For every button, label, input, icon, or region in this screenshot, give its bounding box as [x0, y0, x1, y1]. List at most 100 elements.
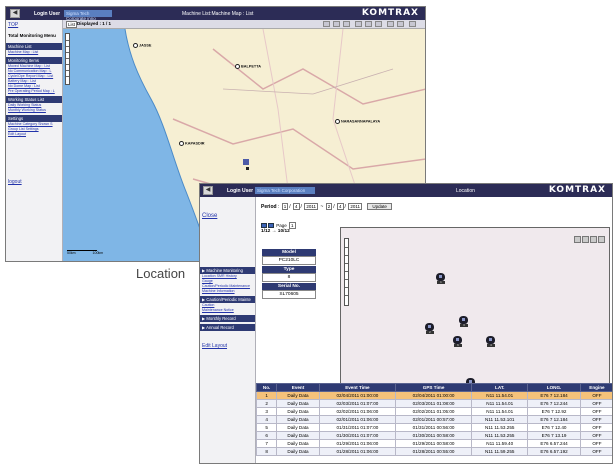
- view-select[interactable]: List: [66, 21, 78, 28]
- sidebar-section-head: Working Status List: [6, 96, 62, 103]
- sidebar: Close ▶ Machine Monitoring Location SMR H…: [200, 197, 256, 463]
- sidebar-link[interactable]: Machine Information: [200, 289, 255, 294]
- map-close-icon[interactable]: [598, 236, 605, 243]
- table-cell: E76 7 12.184: [527, 391, 581, 400]
- location-map[interactable]: 123456 0.5km Map data ©2011 Geo Technolo…: [340, 227, 610, 395]
- marker-label: 3: [460, 324, 468, 327]
- zoom-slider[interactable]: [65, 33, 70, 85]
- zoom-icon[interactable]: [323, 21, 330, 27]
- table-cell: 8: [255, 447, 278, 456]
- location-content: Period : 1/ 4/ 2011 ~ 2/ 4/ 2011 Update …: [255, 197, 612, 463]
- table-cell: 01/30/2011 00:58:00: [394, 431, 473, 440]
- page-label: Page: [276, 223, 287, 228]
- page-select[interactable]: 1: [289, 222, 296, 229]
- settings-icon[interactable]: [355, 21, 362, 27]
- logout-link[interactable]: logout: [6, 177, 62, 187]
- table-row[interactable]: 7 Daily Data 01/29/2011 01:06:00 01/29/2011…: [255, 439, 612, 448]
- table-row[interactable]: 2 Daily Data 02/03/2011 01:07:00 02/03/2011…: [255, 399, 612, 408]
- back-arrow-icon[interactable]: ◀: [203, 186, 213, 195]
- from-day-select[interactable]: 1: [281, 203, 289, 210]
- table-cell: 1: [255, 391, 278, 400]
- refresh-icon[interactable]: [409, 21, 416, 27]
- table-cell: Daily Data: [276, 399, 320, 408]
- marker-pin: [486, 336, 495, 344]
- table-cell: OFF: [579, 423, 612, 432]
- sidebar-link[interactable]: Machine Map : List: [6, 50, 62, 55]
- table-cell: 01/29/2011 01:06:00: [318, 439, 397, 448]
- login-user-value: Sigma Tech Corporation: [255, 187, 315, 194]
- table-row[interactable]: 8 Daily Data 01/28/2011 01:06:00 01/28/2011…: [255, 447, 612, 456]
- sidebar-link[interactable]: Pre Operating Period Map : L: [6, 89, 62, 94]
- sidebar-section-head: Machine List: [6, 43, 62, 50]
- prev-page-icon[interactable]: [261, 223, 267, 229]
- location-caption: Location: [136, 266, 186, 281]
- info-label: Type: [262, 266, 316, 273]
- table-row[interactable]: 5 Daily Data 01/31/2011 01:07:00 01/31/2011…: [255, 423, 612, 432]
- table-row[interactable]: 6 Daily Data 01/30/2011 01:07:00 01/30/2011…: [255, 431, 612, 440]
- export-icon[interactable]: [397, 21, 404, 27]
- login-user-value: Sigma Tech Corporate inno: [64, 10, 112, 21]
- close-link[interactable]: Close: [200, 211, 255, 221]
- layer-icon[interactable]: [343, 21, 350, 27]
- sidebar-link[interactable]: Edit Layout: [6, 132, 62, 137]
- map-toolbar: List Displayed : 1 / 1: [63, 20, 425, 29]
- back-arrow-icon[interactable]: ◀: [10, 9, 20, 18]
- komtrax-logo: KOMTRAX: [548, 185, 606, 195]
- maximize-icon[interactable]: [365, 21, 372, 27]
- table-header-cell: Event: [276, 383, 320, 392]
- table-cell: 01/31/2011 01:07:00: [318, 423, 397, 432]
- city-label: NARASANNAPALAYA: [335, 119, 380, 124]
- sidebar-section-head[interactable]: ▶ Machine Monitoring: [200, 267, 255, 274]
- marker-pin: [453, 336, 462, 344]
- table-cell: N11 11.54.01: [471, 399, 529, 408]
- sidebar-section-head[interactable]: ▶ Caution/Periodic Mainte: [200, 296, 255, 303]
- sidebar-link[interactable]: Monthly Working Status: [6, 108, 62, 113]
- table-cell: Daily Data: [276, 423, 320, 432]
- to-year-select[interactable]: 2011: [348, 203, 362, 210]
- to-month-select[interactable]: 4: [337, 203, 344, 210]
- next-page-icon[interactable]: [268, 223, 274, 229]
- marker-pin: [436, 273, 445, 281]
- table-row[interactable]: 4 Daily Data 02/01/2011 01:06:00 02/01/2011…: [255, 415, 612, 424]
- top-link[interactable]: TOP: [6, 20, 62, 30]
- table-cell: OFF: [579, 415, 612, 424]
- table-cell: OFF: [579, 399, 612, 408]
- machine-marker-icon[interactable]: 2: [425, 323, 434, 334]
- from-year-select[interactable]: 2011: [304, 203, 319, 210]
- table-cell: 01/30/2011 01:07:00: [318, 431, 397, 440]
- machine-marker-icon[interactable]: 6: [453, 336, 462, 347]
- table-row[interactable]: 1 Daily Data 02/04/2011 01:00:00 02/04/2011…: [255, 391, 612, 400]
- table-header-cell: LONG.: [527, 383, 581, 392]
- map-zoom-icon[interactable]: [574, 236, 581, 243]
- zoom-slider[interactable]: [344, 238, 349, 306]
- table-cell: N11 11.53.255: [471, 423, 529, 432]
- machine-marker-icon[interactable]: 3: [459, 316, 468, 327]
- table-cell: 01/29/2011 00:58:00: [394, 439, 473, 448]
- city-label: BALPETTA: [235, 64, 261, 69]
- table-cell: Daily Data: [276, 431, 320, 440]
- login-user-label: Login User: [227, 188, 254, 194]
- sidebar-section-head[interactable]: ▶ Annual Record: [200, 324, 255, 331]
- window-header: ◀ Login User Sigma Tech Corporate inno M…: [6, 7, 425, 21]
- help-icon[interactable]: [387, 21, 394, 27]
- update-button[interactable]: Update: [367, 203, 392, 210]
- map-print-icon[interactable]: [582, 236, 589, 243]
- close-icon[interactable]: [375, 21, 382, 27]
- table-cell: 5: [255, 423, 278, 432]
- table-row[interactable]: 3 Daily Data 02/02/2011 01:06:00 02/02/2011…: [255, 407, 612, 416]
- machine-marker-icon[interactable]: 1: [436, 273, 445, 284]
- from-month-select[interactable]: 4: [293, 203, 300, 210]
- machine-marker-icon[interactable]: 4: [486, 336, 495, 347]
- sidebar-link[interactable]: Maintenance Notice: [200, 308, 255, 313]
- print-icon[interactable]: [333, 21, 340, 27]
- page-title: Location: [456, 188, 475, 194]
- sidebar-section-head[interactable]: ▶ Monthly Record: [200, 315, 255, 322]
- map-scale: 50km 100km: [67, 250, 104, 255]
- map-layer-icon[interactable]: [590, 236, 597, 243]
- table-cell: 02/02/2011 01:05:00: [394, 407, 473, 416]
- table-cell: 02/04/2011 01:00:00: [318, 391, 397, 400]
- table-cell: N11 11.59.255: [471, 447, 529, 456]
- marker-label: 4: [487, 344, 495, 347]
- to-day-select[interactable]: 2: [325, 203, 333, 210]
- edit-layout-link[interactable]: Edit Layout: [200, 341, 255, 351]
